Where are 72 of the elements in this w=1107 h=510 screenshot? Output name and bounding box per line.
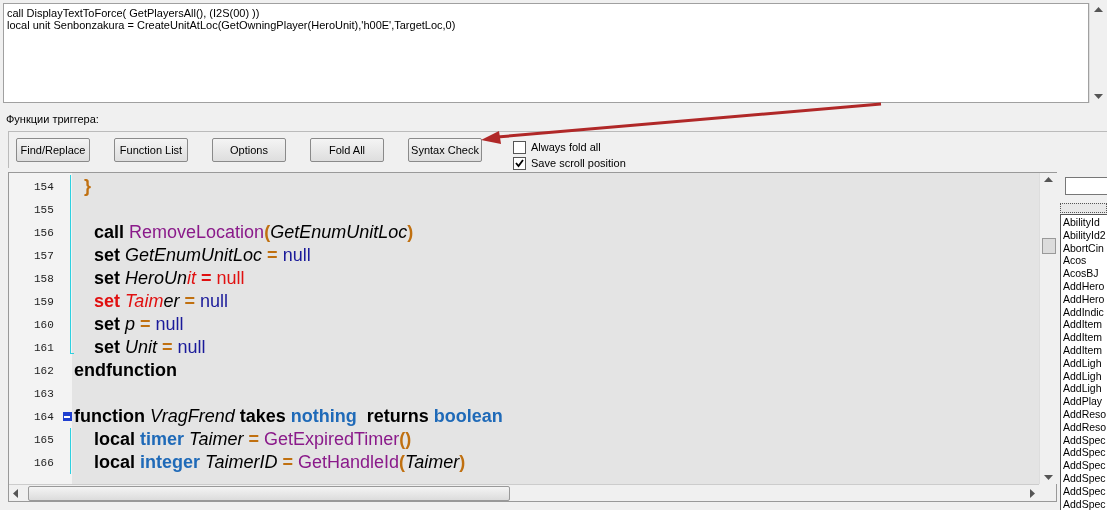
- scrollbar-thumb[interactable]: [28, 485, 510, 501]
- scroll-left-icon[interactable]: [13, 488, 18, 498]
- toolbar-button[interactable]: Options: [212, 138, 286, 162]
- checkbox[interactable]: [513, 156, 526, 170]
- scrollbar-thumb[interactable]: [1042, 238, 1056, 254]
- line-number: 162: [33, 363, 55, 379]
- line-number: 163: [33, 386, 55, 402]
- collapse-icon[interactable]: [62, 412, 72, 421]
- code-line: set GetEnumUnitLoc = null: [93, 244, 311, 267]
- line-number: 164: [33, 409, 55, 425]
- list-item[interactable]: AddSpec: [1063, 471, 1107, 485]
- toolbar-button[interactable]: Function List: [114, 138, 188, 162]
- horizontal-scrollbar[interactable]: [9, 484, 1039, 501]
- code-line: set HeroUnit = null: [93, 267, 245, 290]
- scroll-down-icon[interactable]: [1044, 475, 1053, 480]
- scroll-down-icon[interactable]: [1094, 94, 1103, 99]
- checkbox-label: Save scroll position: [531, 157, 626, 169]
- list-item[interactable]: AbortCin: [1063, 241, 1107, 255]
- vertical-scrollbar[interactable]: [1039, 173, 1057, 484]
- dropdown-bar[interactable]: [1060, 203, 1107, 213]
- code-line: }: [83, 175, 91, 198]
- list-item[interactable]: AbilityId2: [1063, 228, 1107, 242]
- list-item[interactable]: AddLigh: [1063, 369, 1107, 383]
- list-item[interactable]: AddSpec: [1063, 459, 1107, 472]
- script-text-field[interactable]: call DisplayTextToForce( GetPlayersAll(), (I2S(00) )) local unit Senbonzakura = CreateUnitAtLoc(GetOwningPlayer(HeroUnit),'h00E',TargetLoc,0): [3, 3, 1089, 103]
- line-number: 156: [33, 225, 55, 241]
- list-item[interactable]: AddPlay: [1063, 395, 1107, 408]
- list-item[interactable]: AddReso: [1063, 407, 1107, 421]
- scroll-up-icon[interactable]: [1094, 7, 1103, 12]
- line-number: 157: [33, 248, 55, 264]
- code-line: set p = null: [93, 313, 184, 336]
- code-line: call RemoveLocation(GetEnumUnitLoc): [93, 221, 414, 244]
- section-label: Функции триггера:: [6, 113, 99, 125]
- code-line: local integer TaimerID = GetHandleId(Taimer): [93, 451, 466, 474]
- search-field[interactable]: [1065, 177, 1107, 195]
- code-line: set Taimer = null: [93, 290, 228, 313]
- list-item[interactable]: AddHero: [1063, 280, 1107, 293]
- list-item[interactable]: AddLigh: [1063, 356, 1107, 370]
- list-item[interactable]: AddItem: [1063, 331, 1107, 344]
- toolbar-button[interactable]: Fold All: [310, 138, 384, 162]
- line-number: 159: [33, 294, 55, 310]
- code-line: local timer Taimer = GetExpiredTimer(): [93, 428, 412, 451]
- list-item[interactable]: AddSpec: [1063, 484, 1107, 498]
- function-list[interactable]: AbilityId AbilityId2 AbortCin Acos AcosBJ AddHero AddHero AddIndic AddItem AddItem AddItem AddLigh AddLigh AddLigh AddPlay AddReso AddReso AddSpec AddSpec AddSpec AddSpec AddSpec AddSpec: [1060, 214, 1107, 510]
- list-item[interactable]: AddSpec: [1063, 433, 1107, 447]
- list-item[interactable]: AddHero: [1063, 292, 1107, 306]
- line-number: 166: [33, 455, 55, 471]
- toolbar-button[interactable]: Syntax Check: [408, 138, 482, 162]
- code-line: endfunction: [73, 359, 177, 382]
- line-number: 165: [33, 432, 55, 448]
- list-item[interactable]: AddIndic: [1063, 305, 1107, 319]
- list-item[interactable]: AddLigh: [1063, 382, 1107, 396]
- code-line: function VragFrend takes nothing returns boolean: [73, 405, 503, 428]
- list-item[interactable]: Acos: [1063, 254, 1107, 268]
- line-number: 160: [33, 317, 55, 333]
- list-item[interactable]: AcosBJ: [1063, 267, 1107, 280]
- code-line: set Unit = null: [93, 336, 206, 359]
- line-number: 161: [33, 340, 55, 356]
- checkbox[interactable]: [513, 140, 526, 154]
- line-number: 155: [33, 202, 55, 218]
- list-item[interactable]: AbilityId: [1063, 216, 1107, 229]
- list-item[interactable]: AddItem: [1063, 318, 1107, 332]
- toolbar-button[interactable]: Find/Replace: [16, 138, 90, 162]
- scroll-right-icon[interactable]: [1030, 488, 1035, 498]
- scroll-up-icon[interactable]: [1044, 177, 1053, 182]
- list-item[interactable]: AddReso: [1063, 420, 1107, 434]
- line-number: 158: [33, 271, 55, 287]
- list-item[interactable]: AddSpec: [1063, 446, 1107, 460]
- list-item[interactable]: AddItem: [1063, 343, 1107, 357]
- line-number: 154: [33, 179, 55, 195]
- checkbox-label: Always fold all: [531, 141, 601, 153]
- list-item[interactable]: AddSpec: [1063, 497, 1107, 510]
